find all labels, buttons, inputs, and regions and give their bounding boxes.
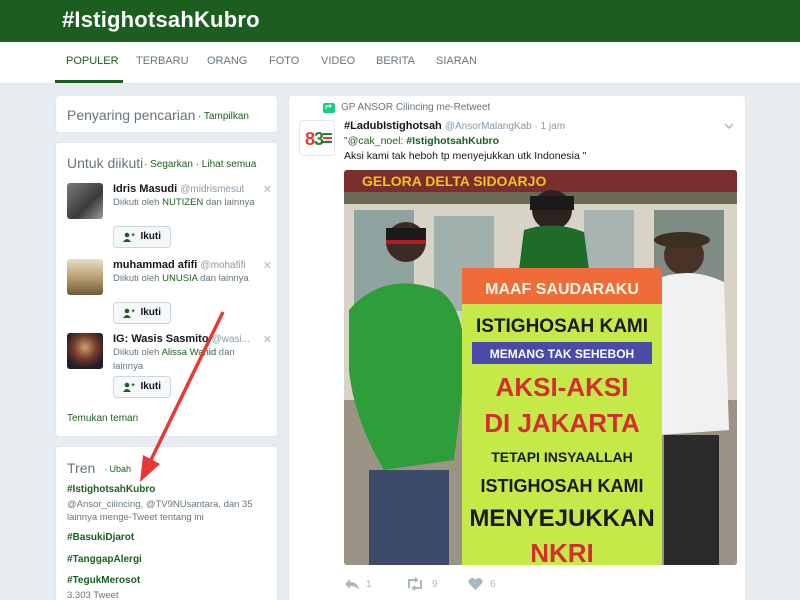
user-plus-icon	[123, 308, 135, 318]
tweet-quote-line: "@cak_noel: #IstighotsahKubro	[344, 135, 500, 147]
find-friends-link[interactable]: Temukan teman	[67, 413, 138, 424]
user-name[interactable]: IG: Wasis Sasmito @wasi...	[113, 333, 250, 345]
banner-line: MENYEJUKKAN	[469, 505, 654, 532]
tab-foto[interactable]: FOTO	[269, 55, 299, 67]
tweet-author[interactable]: #LadubIstighotsah @AnsorMalangKab · 1 ja…	[344, 120, 565, 132]
tab-video[interactable]: VIDEO	[321, 55, 355, 67]
avatar[interactable]	[67, 259, 103, 295]
user-name[interactable]: Idris Masudi @midrismesut	[113, 183, 244, 195]
svg-text:3: 3	[314, 129, 324, 149]
user-name[interactable]: muhammad afifi @mohafifi	[113, 259, 246, 271]
close-icon[interactable]: ✕	[263, 183, 272, 196]
tab-populer[interactable]: POPULER	[66, 55, 119, 67]
banner-line: ISTIGHOSAH KAMI	[476, 316, 648, 337]
tweet-photo[interactable]: GELORA DELTA SIDOARJO MAAF SAUDARAKU IST…	[344, 170, 737, 565]
follow-button[interactable]: Ikuti	[113, 376, 171, 398]
search-tabs: POPULER TERBARU ORANG FOTO VIDEO BERITA …	[0, 42, 800, 84]
retweet-context[interactable]: GP ANSOR Cilincing me-Retweet	[341, 102, 490, 113]
retweet-icon	[408, 577, 422, 591]
trends-change-link[interactable]: · Ubah	[104, 464, 131, 474]
banner-line: DI JAKARTA	[484, 408, 640, 438]
avatar[interactable]	[67, 333, 103, 369]
tab-berita[interactable]: BERITA	[376, 55, 415, 67]
avatar-logo: 8 3	[305, 129, 332, 149]
who-to-follow-actions[interactable]: · Segarkan · Lihat semua	[144, 159, 256, 170]
trend-desc: 3.303 Tweet	[67, 590, 119, 600]
follow-button[interactable]: Ikuti	[113, 226, 171, 248]
banner-line: NKRI	[530, 538, 594, 565]
trend-tag[interactable]: #TanggapAlergi	[67, 553, 272, 567]
top-header: #IstighotsahKubro	[0, 0, 800, 42]
trend-desc: @Ansor_cilincing, @TV9NUsantara, dan 35 …	[67, 499, 253, 523]
banner-line: ISTIGHOSAH KAMI	[480, 476, 643, 496]
avatar[interactable]: 8 3	[299, 120, 335, 156]
tweet-text: Aksi kami tak heboh tp menyejukkan utk I…	[344, 150, 587, 162]
tweet-actions: 1 9 6	[344, 576, 544, 592]
tab-orang[interactable]: ORANG	[207, 55, 247, 67]
filter-title: Penyaring pencarian	[67, 107, 196, 123]
close-icon[interactable]: ✕	[263, 333, 272, 346]
suggested-user: Idris Masudi @midrismesut ✕ Diikuti oleh…	[67, 183, 272, 253]
trend-item[interactable]: #BasukiDjarot	[67, 531, 272, 545]
trend-tag[interactable]: #IstighotsahKubro	[67, 483, 272, 497]
user-plus-icon	[123, 232, 135, 242]
tab-siaran[interactable]: SIARAN	[436, 55, 477, 67]
follow-context: Diikuti oleh Alissa Wahid dan lainnya	[113, 347, 235, 372]
follow-button[interactable]: Ikuti	[113, 302, 171, 324]
retweet-badge-icon	[323, 103, 335, 113]
trend-item[interactable]: #IstighotsahKubro @Ansor_cilincing, @TV9…	[67, 483, 272, 524]
tab-terbaru[interactable]: TERBARU	[136, 55, 189, 67]
who-to-follow-card: Untuk diikuti · Segarkan · Lihat semua I…	[55, 142, 278, 437]
page-title: #IstighotsahKubro	[62, 7, 260, 32]
tweet-card[interactable]: GP ANSOR Cilincing me-Retweet 8 3 #Ladub…	[288, 95, 746, 600]
close-icon[interactable]: ✕	[263, 259, 272, 272]
photo-scene: GELORA DELTA SIDOARJO MAAF SAUDARAKU IST…	[344, 170, 737, 565]
heart-icon	[468, 578, 483, 590]
banner-line: MEMANG TAK SEHEBOH	[490, 347, 634, 361]
trend-item[interactable]: #TegukMerosot 3.303 Tweet	[67, 574, 272, 600]
who-to-follow-title: Untuk diikuti	[67, 155, 144, 171]
search-filter-card: Penyaring pencarian · Tampilkan	[55, 95, 278, 133]
user-plus-icon	[123, 382, 135, 392]
suggested-user: IG: Wasis Sasmito @wasi... ✕ Diikuti ole…	[67, 333, 272, 403]
reply-icon	[345, 579, 359, 590]
chevron-down-icon[interactable]	[723, 120, 735, 132]
avatar[interactable]	[67, 183, 103, 219]
trend-tag[interactable]: #TegukMerosot	[67, 574, 272, 588]
trends-card: Tren · Ubah #IstighotsahKubro @Ansor_cil…	[55, 446, 278, 600]
follow-context: Diikuti oleh UNUSIA dan lainnya	[113, 273, 249, 284]
banner-line: AKSI-AKSI	[496, 372, 629, 402]
banner-line: TETAPI INSYAALLAH	[491, 449, 633, 465]
filter-show-link[interactable]: · Tampilkan	[198, 111, 249, 122]
building-sign: GELORA DELTA SIDOARJO	[362, 173, 546, 189]
active-tab-indicator	[55, 80, 123, 83]
trend-tag[interactable]: #BasukiDjarot	[67, 531, 272, 545]
banner-line: MAAF SAUDARAKU	[485, 281, 639, 298]
trend-item[interactable]: #TanggapAlergi	[67, 553, 272, 567]
follow-context: Diikuti oleh NUTIZEN dan lainnya	[113, 197, 255, 208]
trends-title: Tren	[67, 460, 96, 476]
suggested-user: muhammad afifi @mohafifi ✕ Diikuti oleh …	[67, 259, 272, 329]
